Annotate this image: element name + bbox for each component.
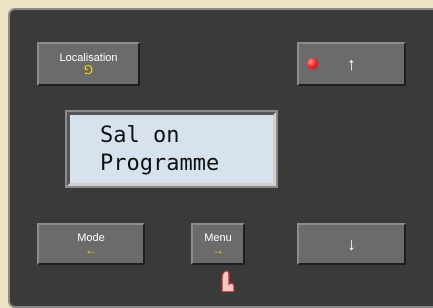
mode-label: Mode	[77, 231, 105, 244]
hand-pointer-icon	[221, 270, 235, 292]
localisation-label: Localisation	[59, 51, 118, 64]
refresh-icon: ⅁	[83, 62, 94, 77]
arrow-down-icon: ↓	[347, 234, 356, 254]
arrow-right-icon: →	[212, 242, 224, 257]
status-led	[307, 58, 318, 69]
up-button[interactable]: ↑	[297, 42, 406, 86]
lcd-display: Sal on Programme	[65, 110, 278, 188]
display-line-2: Programme	[100, 151, 220, 176]
arrow-left-icon: ←	[85, 242, 97, 257]
menu-button[interactable]: Menu →	[191, 223, 245, 265]
arrow-up-icon: ↑	[347, 54, 356, 74]
display-line-1: Sal on	[100, 123, 180, 148]
down-button[interactable]: ↓	[297, 223, 406, 265]
mode-button[interactable]: Mode ←	[37, 223, 145, 265]
localisation-button[interactable]: Localisation ⅁	[37, 42, 140, 86]
menu-label: Menu	[204, 231, 232, 244]
